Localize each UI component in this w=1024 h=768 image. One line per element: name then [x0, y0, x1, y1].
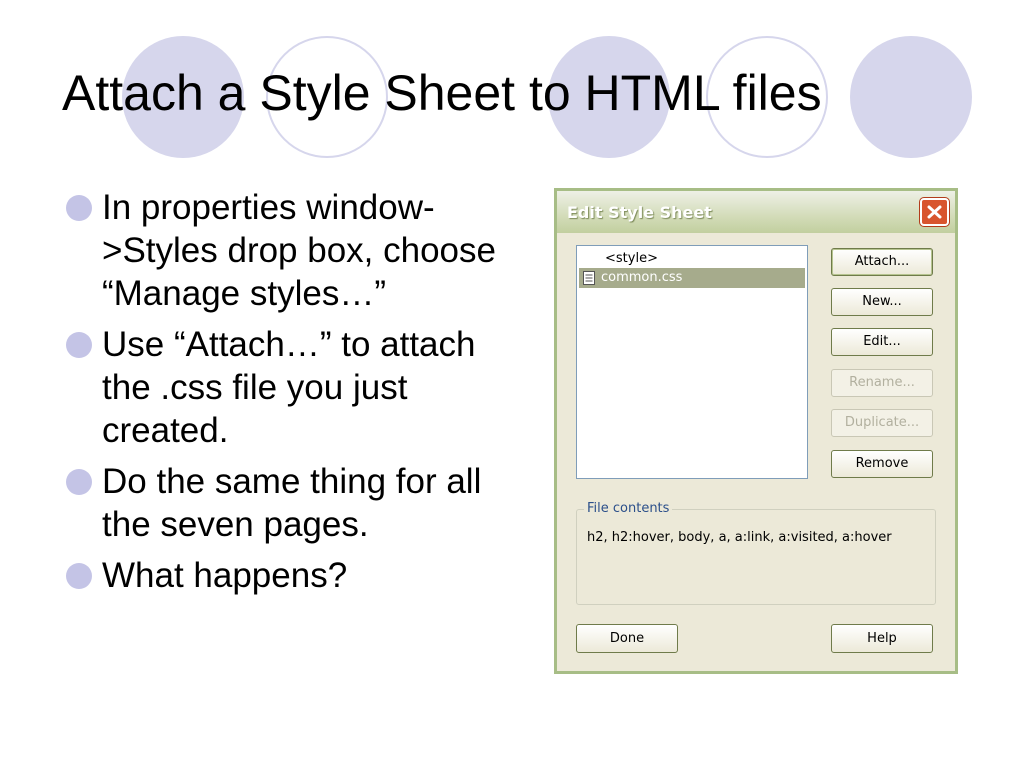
- attach-button[interactable]: Attach...: [831, 248, 933, 276]
- dialog-titlebar[interactable]: Edit Style Sheet: [557, 191, 955, 233]
- duplicate-button[interactable]: Duplicate...: [831, 409, 933, 437]
- file-contents-label: File contents: [584, 501, 673, 516]
- file-contents-group: File contents h2, h2:hover, body, a, a:l…: [576, 501, 936, 605]
- slide-title: Attach a Style Sheet to HTML files: [62, 65, 822, 121]
- done-button[interactable]: Done: [576, 624, 678, 653]
- close-icon: [927, 205, 942, 219]
- file-contents-text: h2, h2:hover, body, a, a:link, a:visited…: [587, 530, 892, 545]
- bullet-list: In properties window->Styles drop box, c…: [66, 186, 496, 605]
- remove-button[interactable]: Remove: [831, 450, 933, 478]
- bullet-dot-icon: [66, 332, 92, 358]
- bullet-text: Do the same thing for all the seven page…: [102, 462, 482, 544]
- bullet-dot-icon: [66, 469, 92, 495]
- bullet-item: Use “Attach…” to attach the .css file yo…: [66, 323, 496, 452]
- bullet-item: In properties window->Styles drop box, c…: [66, 186, 496, 315]
- bullet-dot-icon: [66, 563, 92, 589]
- list-item-label: common.css: [601, 270, 683, 285]
- file-icon: [583, 271, 595, 285]
- bullet-item: Do the same thing for all the seven page…: [66, 460, 496, 546]
- list-item-common-css[interactable]: common.css: [579, 268, 805, 288]
- dialog-title: Edit Style Sheet: [567, 203, 712, 222]
- help-button[interactable]: Help: [831, 624, 933, 653]
- bullet-item: What happens?: [66, 554, 496, 597]
- decorative-circle-5: [850, 36, 972, 158]
- list-item-style[interactable]: <style>: [579, 249, 805, 269]
- bullet-text: What happens?: [102, 556, 348, 595]
- rename-button[interactable]: Rename...: [831, 369, 933, 397]
- edit-style-sheet-dialog: Edit Style Sheet <style> common.css Atta…: [554, 188, 958, 674]
- close-button[interactable]: [920, 198, 949, 226]
- bullet-text: Use “Attach…” to attach the .css file yo…: [102, 325, 476, 450]
- edit-button[interactable]: Edit...: [831, 328, 933, 356]
- bullet-text: In properties window->Styles drop box, c…: [102, 188, 496, 313]
- style-sheet-list[interactable]: <style> common.css: [576, 245, 808, 479]
- new-button[interactable]: New...: [831, 288, 933, 316]
- bullet-dot-icon: [66, 195, 92, 221]
